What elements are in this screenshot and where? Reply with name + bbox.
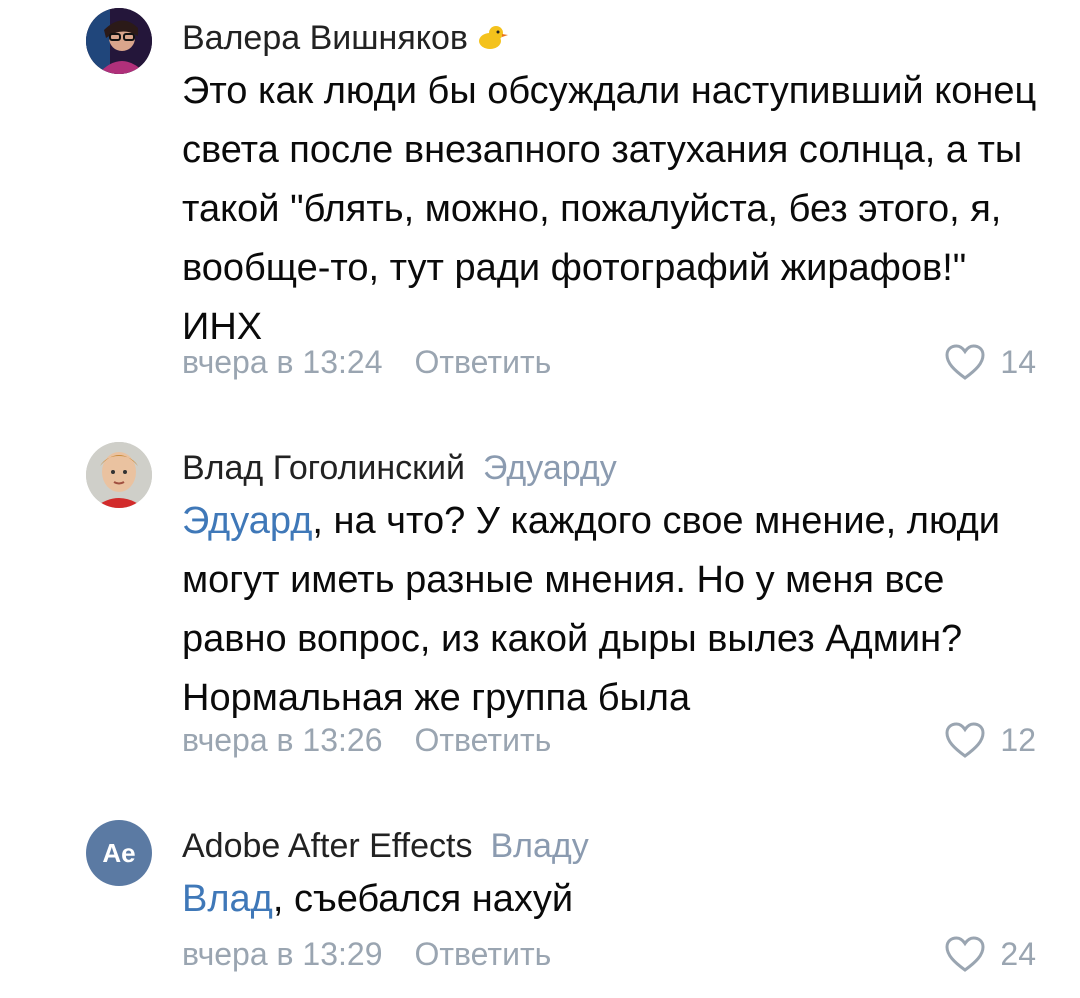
reply-button[interactable]: Ответить (414, 344, 551, 380)
heart-icon (945, 936, 985, 972)
like-count: 24 (1000, 936, 1036, 972)
like-button[interactable]: 12 (944, 720, 1036, 760)
comment-text: Это как люди бы обсуждали наступивший ко… (182, 70, 1037, 348)
reply-to-link[interactable]: Эдуарду (483, 449, 617, 487)
mention-link[interactable]: Влад (182, 878, 273, 920)
author-name[interactable]: Adobe After Effects (182, 827, 472, 865)
comment-body: , съебался нахуй (272, 878, 574, 920)
like-button[interactable]: 24 (944, 934, 1036, 974)
reply-button[interactable]: Ответить (414, 722, 551, 758)
reply-to-link[interactable]: Владу (490, 827, 588, 865)
comment-time: вчера в 13:24 (182, 344, 383, 380)
avatar[interactable] (86, 8, 152, 74)
comment-time: вчера в 13:26 (182, 722, 383, 758)
comment-meta: вчера в 13:24 Ответить (182, 342, 551, 382)
author-name[interactable]: Валера Вишняков (182, 19, 468, 57)
comment-text: Влад, съебался нахуй (182, 870, 1052, 929)
like-count: 14 (1000, 344, 1036, 380)
mention-link[interactable]: Эдуард (182, 500, 312, 542)
author-line: Влад Гоголинский Эдуарду (182, 448, 617, 488)
comment-text: Эдуард, на что? У каждого свое мнение, л… (182, 492, 1052, 728)
user-photo-icon (86, 442, 152, 508)
comment-meta: вчера в 13:29 Ответить (182, 934, 551, 974)
author-line: Adobe After Effects Владу (182, 826, 589, 866)
heart-icon (945, 344, 985, 380)
avatar[interactable]: Ae (86, 820, 152, 886)
avatar[interactable] (86, 442, 152, 508)
author-name[interactable]: Влад Гоголинский (182, 449, 465, 487)
user-photo-icon (86, 8, 152, 74)
ae-logo-icon: Ae (102, 837, 136, 868)
heart-icon (945, 722, 985, 758)
comment-meta: вчера в 13:26 Ответить (182, 720, 551, 760)
comment-time: вчера в 13:29 (182, 936, 383, 972)
like-button[interactable]: 14 (944, 342, 1036, 382)
author-line: Валера Вишняков (182, 18, 508, 60)
like-count: 12 (1000, 722, 1036, 758)
duck-emoji-icon (476, 20, 508, 60)
reply-button[interactable]: Ответить (414, 936, 551, 972)
